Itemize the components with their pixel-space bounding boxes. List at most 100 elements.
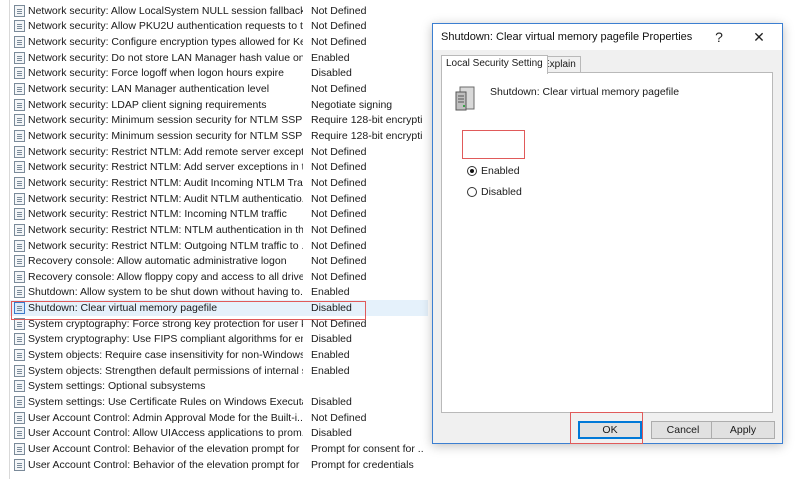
policy-row[interactable]: User Account Control: Allow UIAccess app… (10, 426, 428, 442)
policy-name: User Account Control: Admin Approval Mod… (28, 411, 303, 424)
policy-row[interactable]: Network security: LAN Manager authentica… (10, 81, 428, 97)
policy-icon (14, 255, 25, 268)
policy-icon (14, 270, 25, 283)
policy-name: Shutdown: Allow system to be shut down w… (28, 286, 303, 299)
policy-setting: Not Defined (311, 192, 367, 205)
policy-name: User Account Control: Allow UIAccess app… (28, 427, 303, 440)
policy-icon (14, 411, 25, 424)
policy-row[interactable]: User Account Control: Behavior of the el… (10, 441, 428, 457)
close-button[interactable]: ✕ (742, 24, 776, 50)
policy-icon (14, 129, 25, 142)
ok-button[interactable]: OK (578, 421, 642, 439)
policy-row[interactable]: Network security: Restrict NTLM: Add rem… (10, 144, 428, 160)
policy-icon (14, 364, 25, 377)
policy-setting: Prompt for consent for ... (311, 442, 423, 455)
policy-name: Network security: Restrict NTLM: Audit N… (28, 192, 303, 205)
policy-row[interactable]: Network security: Restrict NTLM: Outgoin… (10, 238, 428, 254)
policy-row[interactable]: Network security: Minimum session securi… (10, 128, 428, 144)
policy-setting: Disabled (311, 427, 352, 440)
policy-setting: Disabled (311, 67, 352, 80)
policy-name: Network security: Allow PKU2U authentica… (28, 20, 303, 33)
policy-row[interactable]: Network security: Restrict NTLM: Incomin… (10, 206, 428, 222)
policy-row[interactable]: Network security: Minimum session securi… (10, 113, 428, 129)
policy-row[interactable]: Shutdown: Clear virtual memory pagefile D… (10, 300, 428, 316)
policy-setting: Not Defined (311, 145, 367, 158)
policy-icon (14, 380, 25, 393)
enabled-radio[interactable] (467, 166, 477, 176)
properties-dialog: Shutdown: Clear virtual memory pagefile … (432, 23, 783, 444)
policy-row[interactable]: Network security: Restrict NTLM: Audit I… (10, 175, 428, 191)
policy-row[interactable]: System settings: Use Certificate Rules o… (10, 394, 428, 410)
policy-setting: Disabled (311, 333, 352, 346)
policy-row[interactable]: Network security: Restrict NTLM: Add ser… (10, 160, 428, 176)
dialog-title: Shutdown: Clear virtual memory pagefile … (441, 31, 693, 43)
policy-name: Network security: Restrict NTLM: Outgoin… (28, 239, 303, 252)
policy-name: Network security: Force logoff when logo… (28, 67, 285, 80)
policy-setting: Negotiate signing (311, 98, 393, 111)
policy-row[interactable]: User Account Control: Behavior of the el… (10, 457, 428, 473)
policy-row[interactable]: Recovery console: Allow floppy copy and … (10, 269, 428, 285)
policy-name: Network security: Restrict NTLM: NTLM au… (28, 223, 303, 236)
policy-icon (14, 83, 25, 96)
policy-icon (14, 302, 25, 315)
policy-name: System settings: Use Certificate Rules o… (28, 396, 303, 409)
policy-row[interactable]: Network security: Allow LocalSystem NULL… (10, 3, 428, 19)
policy-row[interactable]: Network security: Allow PKU2U authentica… (10, 19, 428, 35)
policy-icon (14, 317, 25, 330)
policy-icon (14, 98, 25, 111)
policy-row[interactable]: User Account Control: Admin Approval Mod… (10, 410, 428, 426)
policy-row[interactable]: System objects: Strengthen default permi… (10, 363, 428, 379)
policy-setting: Not Defined (311, 223, 367, 236)
dialog-titlebar: Shutdown: Clear virtual memory pagefile … (433, 24, 782, 50)
policy-row[interactable]: Shutdown: Allow system to be shut down w… (10, 285, 428, 301)
policy-name: User Account Control: Behavior of the el… (28, 442, 303, 455)
policy-icon (14, 51, 25, 64)
policy-setting: Disabled (311, 396, 352, 409)
policy-row[interactable]: System objects: Require case insensitivi… (10, 347, 428, 363)
policy-icon (14, 239, 25, 252)
policy-row[interactable]: Network security: Restrict NTLM: Audit N… (10, 191, 428, 207)
help-button[interactable]: ? (702, 24, 736, 50)
policy-row[interactable]: Network security: Configure encryption t… (10, 34, 428, 50)
policy-icon (14, 4, 25, 17)
policy-name: Network security: Restrict NTLM: Add rem… (28, 145, 303, 158)
policy-icon (14, 442, 25, 455)
policy-row[interactable]: Recovery console: Allow automatic admini… (10, 253, 428, 269)
policy-name: Network security: Restrict NTLM: Audit I… (28, 176, 303, 189)
policy-setting: Require 128-bit encrypti... (311, 114, 423, 127)
policy-row[interactable]: Network security: Do not store LAN Manag… (10, 50, 428, 66)
policy-row[interactable]: Network security: Force logoff when logo… (10, 66, 428, 82)
policy-setting: Not Defined (311, 317, 367, 330)
disabled-option[interactable]: Disabled (467, 186, 522, 198)
policy-row[interactable]: System cryptography: Use FIPS compliant … (10, 332, 428, 348)
apply-button[interactable]: Apply (711, 421, 775, 439)
tab-panel: Shutdown: Clear virtual memory pagefile … (441, 72, 773, 413)
policy-icon (14, 396, 25, 409)
enabled-option[interactable]: Enabled (467, 165, 520, 177)
policy-icon (14, 458, 25, 471)
cancel-button[interactable]: Cancel (651, 421, 715, 439)
policy-name: Network security: LAN Manager authentica… (28, 83, 270, 96)
policy-name: Recovery console: Allow automatic admini… (28, 255, 287, 268)
policy-setting: Enabled (311, 349, 350, 362)
tab-local-security-setting[interactable]: Local Security Setting (441, 55, 548, 74)
policy-setting: Enabled (311, 286, 350, 299)
policy-icon (14, 145, 25, 158)
policy-server-icon (455, 86, 475, 111)
policy-row[interactable]: Network security: LDAP client signing re… (10, 97, 428, 113)
policy-row[interactable]: Network security: Restrict NTLM: NTLM au… (10, 222, 428, 238)
policy-setting: Enabled (311, 51, 350, 64)
policy-name: Network security: Minimum session securi… (28, 129, 303, 142)
policy-icon (14, 176, 25, 189)
policy-setting: Prompt for credentials (311, 458, 414, 471)
policy-name: Network security: Restrict NTLM: Add ser… (28, 161, 303, 174)
policy-icon (14, 36, 25, 49)
policy-setting: Not Defined (311, 83, 367, 96)
policy-name: System objects: Require case insensitivi… (28, 349, 303, 362)
policy-icon (14, 161, 25, 174)
policy-row[interactable]: System settings: Optional subsystems (10, 379, 428, 395)
disabled-radio[interactable] (467, 187, 477, 197)
policy-row[interactable]: System cryptography: Force strong key pr… (10, 316, 428, 332)
policy-icon (14, 192, 25, 205)
policy-setting: Require 128-bit encrypti... (311, 129, 423, 142)
